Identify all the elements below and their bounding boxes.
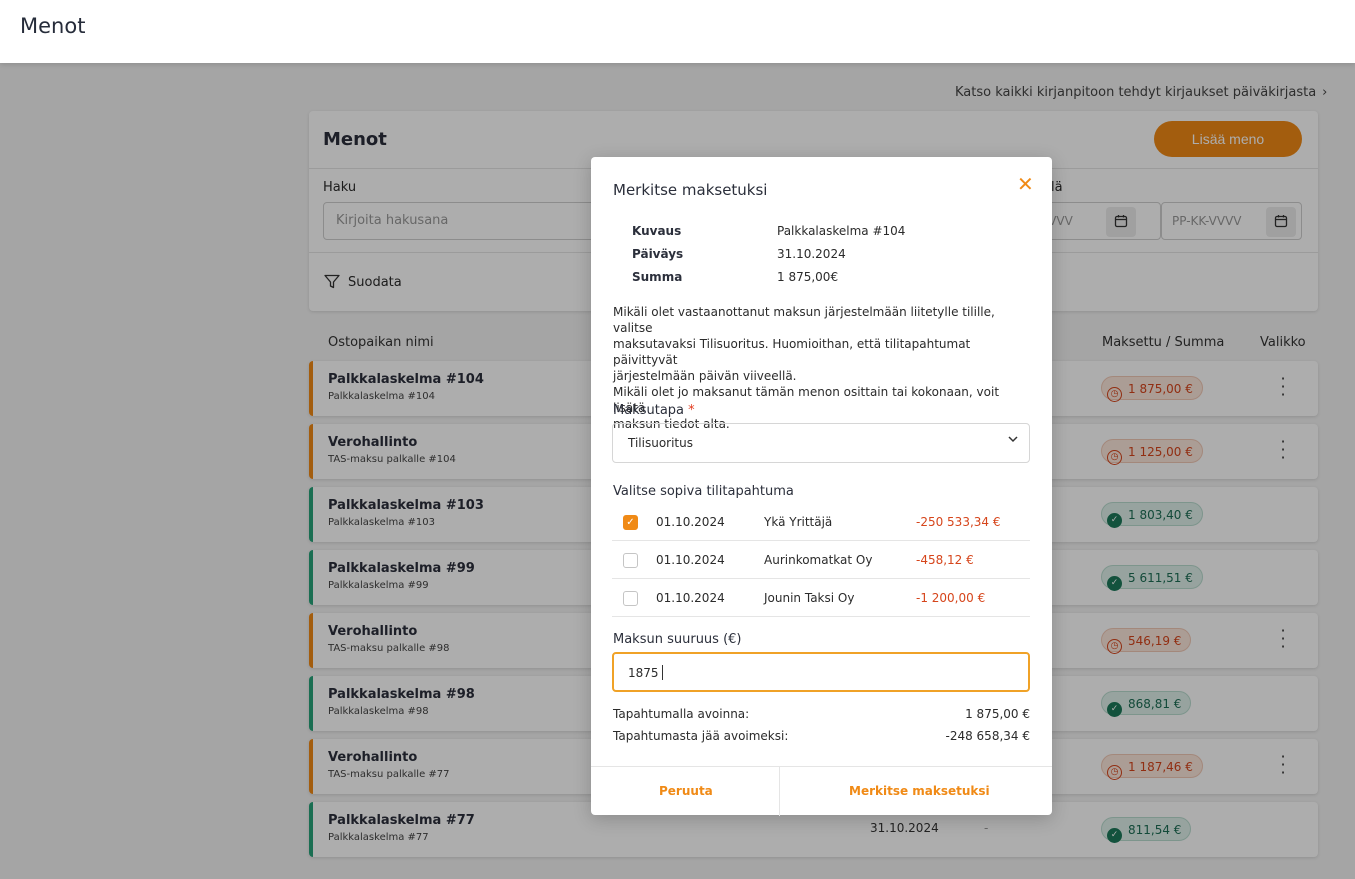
page-title: Menot	[20, 14, 86, 38]
text-caret	[661, 665, 663, 680]
description-line: järjestelmään päivän viiveellä.	[613, 369, 797, 383]
top-bar: Menot	[0, 0, 1355, 63]
info-value-description: Palkkalaskelma #104	[777, 224, 906, 238]
info-label-date: Päiväys	[632, 247, 684, 261]
info-value-date: 31.10.2024	[777, 247, 846, 261]
info-label-description: Kuvaus	[632, 224, 682, 238]
amount-label: Maksun suuruus (€)	[613, 632, 742, 647]
transactions-label: Valitse sopiva tilitapahtuma	[613, 484, 794, 499]
required-mark: *	[688, 403, 695, 418]
transaction-name: Jounin Taksi Oy	[764, 591, 855, 605]
dialog-title: Merkitse maksetuksi	[613, 181, 768, 199]
description-line: Mikäli olet vastaanottanut maksun järjes…	[613, 305, 995, 335]
amount-input[interactable]: 1875	[612, 652, 1030, 692]
description-line: maksutavaksi Tilisuoritus. Huomioithan, …	[613, 337, 971, 367]
cancel-button[interactable]: Peruuta	[659, 784, 713, 798]
payment-method-label-text: Maksutapa	[613, 403, 685, 418]
amount-value: 1875	[628, 666, 659, 680]
remaining-open-label: Tapahtumasta jää avoimeksi:	[613, 729, 789, 743]
transaction-row[interactable]: 01.10.2024 Jounin Taksi Oy -1 200,00 €	[612, 579, 1030, 617]
transaction-amount: -1 200,00 €	[916, 591, 986, 605]
transaction-date: 01.10.2024	[656, 515, 725, 529]
mark-paid-dialog: Merkitse maksetuksi ✕ Kuvaus Palkkalaske…	[591, 157, 1052, 816]
transaction-date: 01.10.2024	[656, 591, 725, 605]
transaction-date: 01.10.2024	[656, 553, 725, 567]
close-icon[interactable]: ✕	[1017, 172, 1034, 196]
transaction-name: Aurinkomatkat Oy	[764, 553, 873, 567]
transaction-checkbox[interactable]	[623, 553, 638, 568]
info-label-sum: Summa	[632, 270, 683, 284]
transaction-amount: -250 533,34 €	[916, 515, 1001, 529]
transaction-checkbox[interactable]: ✓	[623, 515, 638, 530]
open-on-transaction-label: Tapahtumalla avoinna:	[613, 707, 750, 721]
open-on-transaction-value: 1 875,00 €	[965, 707, 1030, 721]
payment-method-label: Maksutapa *	[613, 403, 695, 418]
transaction-row[interactable]: ✓ 01.10.2024 Ykä Yrittäjä -250 533,34 €	[612, 503, 1030, 541]
dialog-footer: Peruuta Merkitse maksetuksi	[591, 766, 1052, 816]
remaining-open-value: -248 658,34 €	[945, 729, 1031, 743]
chevron-down-icon	[1007, 433, 1019, 448]
transaction-checkbox[interactable]	[623, 591, 638, 606]
payment-method-select[interactable]: Tilisuoritus	[612, 423, 1030, 463]
confirm-paid-button[interactable]: Merkitse maksetuksi	[849, 784, 990, 798]
info-value-sum: 1 875,00€	[777, 270, 839, 284]
transaction-row[interactable]: 01.10.2024 Aurinkomatkat Oy -458,12 €	[612, 541, 1030, 579]
footer-divider	[779, 767, 780, 816]
payment-method-value: Tilisuoritus	[628, 436, 693, 450]
transaction-name: Ykä Yrittäjä	[764, 515, 833, 529]
transaction-amount: -458,12 €	[916, 553, 974, 567]
